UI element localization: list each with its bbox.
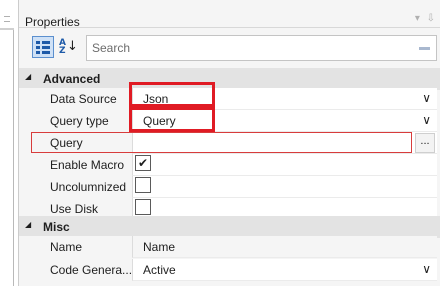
name-field[interactable]: Name (132, 236, 437, 258)
query-type-dropdown[interactable]: Query ∨ (132, 110, 437, 132)
strip-divider (0, 28, 14, 30)
filter-icon (4, 16, 10, 22)
property-name: Data Source (50, 92, 117, 106)
chevron-down-icon[interactable]: ∨ (422, 262, 431, 276)
alphabetical-button[interactable]: A Z ↓ (56, 36, 78, 58)
enable-macro-cell: ✔ (132, 154, 437, 176)
search-clear-icon[interactable] (419, 47, 430, 50)
property-value: Query (143, 114, 176, 128)
collapse-icon[interactable]: ◢ (25, 72, 31, 81)
search-box[interactable] (86, 35, 437, 61)
query-field[interactable]: ... (132, 132, 437, 154)
search-input[interactable] (87, 36, 407, 60)
property-row-query[interactable]: Query ... (19, 132, 440, 154)
category-advanced[interactable]: ◢ Advanced (19, 68, 440, 90)
category-label: Misc (43, 220, 70, 234)
property-name: Use Disk (50, 202, 99, 216)
property-name: Query type (50, 114, 109, 128)
pin-icon[interactable]: ▾ ⇩ (415, 13, 437, 24)
properties-panel: Properties ▾ ⇩ AZ↓ ◢ Advanced Data (18, 0, 440, 286)
property-value: Name (143, 240, 176, 254)
enable-macro-checkbox[interactable]: ✔ (135, 155, 151, 171)
data-source-dropdown[interactable]: Json ∨ (132, 88, 437, 110)
chevron-down-icon[interactable]: ∨ (422, 91, 431, 105)
code-generation-dropdown[interactable]: Active ∨ (132, 259, 437, 281)
category-misc[interactable]: ◢ Misc (19, 216, 440, 238)
property-value: Json (143, 92, 169, 106)
categorized-view-icon (36, 40, 50, 54)
categorized-button[interactable] (32, 36, 54, 58)
property-name: Code Genera... (50, 263, 133, 277)
property-name: Name (50, 240, 83, 254)
chevron-down-icon[interactable]: ∨ (422, 113, 431, 127)
property-row-query-type[interactable]: Query type Query ∨ (19, 110, 440, 132)
property-row-code-generation[interactable]: Code Genera... Active ∨ (19, 259, 440, 281)
property-value: Active (143, 263, 176, 277)
property-name: Enable Macro (50, 158, 125, 172)
sort-alphabetical-icon: A Z ↓ (59, 38, 78, 56)
property-grid: ◢ Advanced Data Source Json ∨ Query type… (19, 68, 440, 286)
property-row-uncolumnized[interactable]: Uncolumnized (19, 176, 440, 198)
property-row-enable-macro[interactable]: Enable Macro ✔ (19, 154, 440, 176)
left-dock-strip (0, 0, 14, 286)
use-disk-checkbox[interactable] (135, 199, 151, 215)
collapse-icon[interactable]: ◢ (25, 220, 31, 229)
panel-title: Properties (25, 15, 80, 29)
properties-toolbar: A Z ↓ (19, 32, 440, 66)
strip-border (13, 30, 14, 286)
property-row-name[interactable]: Name Name (19, 236, 440, 258)
property-name: Query (50, 136, 83, 150)
uncolumnized-cell (132, 176, 437, 198)
category-label: Advanced (43, 72, 101, 86)
properties-titlebar: Properties ▾ ⇩ (19, 0, 440, 29)
uncolumnized-checkbox[interactable] (135, 177, 151, 193)
property-row-data-source[interactable]: Data Source Json ∨ (19, 88, 440, 110)
ellipsis-button[interactable]: ... (415, 133, 435, 153)
property-name: Uncolumnized (50, 180, 127, 194)
